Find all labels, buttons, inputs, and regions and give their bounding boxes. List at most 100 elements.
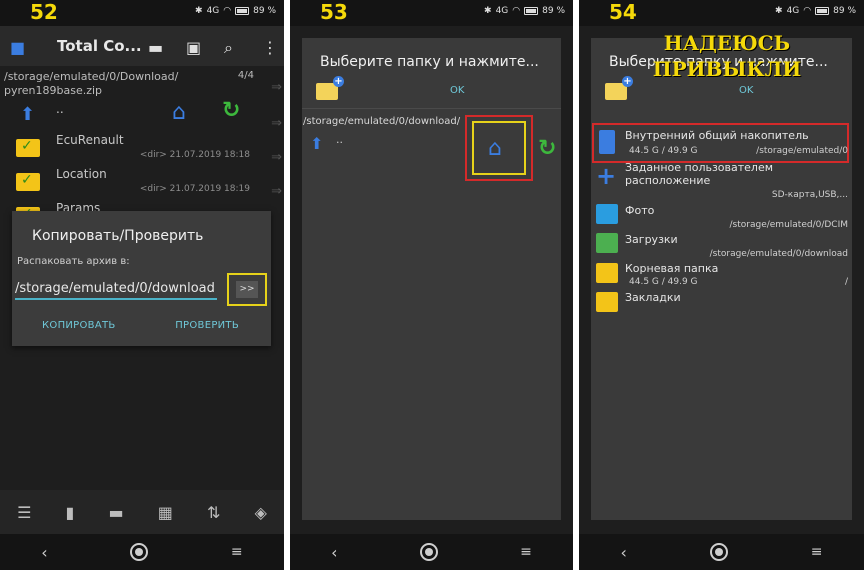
network-label: 4G xyxy=(206,6,220,16)
location-bookmarks[interactable]: Закладки xyxy=(591,289,852,315)
file-name: EcuRenault xyxy=(56,133,124,147)
select-icon[interactable]: ◈ xyxy=(255,503,267,522)
location-path: /storage/emulated/0/DCIM xyxy=(729,220,848,230)
arrow-up-icon[interactable]: ⬆ xyxy=(310,134,323,153)
location-size: 44.5 G / 49.9 G xyxy=(629,277,698,287)
location-path: / xyxy=(844,277,848,287)
screen-54: 54 ✱ 4G ◠ 89 % Выберите папку и нажмите.… xyxy=(579,0,864,570)
bluetooth-icon: ✱ xyxy=(775,6,783,16)
destination-input[interactable] xyxy=(15,278,217,300)
status-bar: 54 ✱ 4G ◠ 89 % xyxy=(579,0,864,26)
select-list-icon[interactable]: ☰ xyxy=(17,503,31,522)
current-path: /storage/emulated/0/Download/ xyxy=(4,70,179,83)
current-file: pyren189base.zip xyxy=(4,84,103,97)
file-meta: <dir> 21.07.2019 18:18 xyxy=(139,150,250,160)
browse-button[interactable]: >> xyxy=(236,281,258,298)
menu-icon[interactable]: ≡ xyxy=(811,544,823,560)
copy-button[interactable]: КОПИРОВАТЬ xyxy=(42,320,116,331)
list-item[interactable]: EcuRenault <dir> 21.07.2019 18:18 xyxy=(0,130,284,164)
bluetooth-icon: ✱ xyxy=(195,6,203,16)
folder-icon[interactable]: ▬ xyxy=(148,38,163,57)
delete-icon[interactable]: ▦ xyxy=(158,503,173,522)
bookmark-icon[interactable]: ▣ xyxy=(186,38,201,57)
list-item[interactable]: Location <dir> 21.07.2019 18:19 xyxy=(0,164,284,198)
ok-button[interactable]: OK xyxy=(739,85,753,96)
folder-chooser-dialog: Выберите папку и нажмите... OK Внутренни… xyxy=(591,38,852,520)
list-item-up[interactable]: ⬆ .. ⌂ ↻ xyxy=(0,98,284,134)
battery-label: 89 % xyxy=(542,6,565,16)
ok-button[interactable]: OK xyxy=(450,85,464,96)
browse-highlight: >> xyxy=(227,273,267,306)
plus-icon: + xyxy=(596,162,617,190)
refresh-icon[interactable]: ↻ xyxy=(538,136,556,161)
back-icon[interactable]: ‹ xyxy=(620,543,626,562)
bookmark-folder-icon xyxy=(596,292,618,312)
system-nav-bar: ‹ ≡ xyxy=(290,534,573,570)
home-icon[interactable]: ⌂ xyxy=(488,136,502,161)
home-nav-icon[interactable] xyxy=(130,543,149,561)
check-button[interactable]: ПРОВЕРИТЬ xyxy=(175,320,239,331)
location-name: Корневая папка xyxy=(625,262,719,275)
app-header: ■ Total Co... ▬ ▣ ⌕ ⋮ xyxy=(0,26,284,66)
current-path: /storage/emulated/0/download/ xyxy=(303,116,461,127)
home-nav-icon[interactable] xyxy=(419,543,438,561)
copy-check-dialog: Копировать/Проверить Распаковать архив в… xyxy=(12,211,271,346)
folder-chooser-dialog: Выберите папку и нажмите... OK /storage/… xyxy=(302,38,561,520)
system-nav-bar: ‹ ≡ xyxy=(579,534,864,570)
file-meta: <dir> 21.07.2019 18:19 xyxy=(139,184,250,194)
status-bar: 52 ✱ 4G ◠ 89 % xyxy=(0,0,284,26)
new-folder-icon[interactable] xyxy=(316,76,344,100)
wifi-icon: ◠ xyxy=(803,6,812,16)
bottom-toolbar: ☰ ▮ ▬ ▦ ⇅ ◈ xyxy=(0,490,284,534)
bluetooth-icon: ✱ xyxy=(484,6,492,16)
folder-checked-icon xyxy=(16,138,40,157)
unpack-label: Распаковать архив в: xyxy=(17,256,130,267)
location-size: 44.5 G / 49.9 G xyxy=(629,146,698,156)
more-icon[interactable]: ⋮ xyxy=(262,38,278,57)
screen-52: 52 ✱ 4G ◠ 89 % ■ Total Co... ▬ ▣ ⌕ ⋮ /st… xyxy=(0,0,284,570)
location-custom[interactable]: + Заданное пользователем расположение SD… xyxy=(591,158,852,202)
app-title: Total Co... xyxy=(57,37,142,55)
status-bar: 53 ✱ 4G ◠ 89 % xyxy=(290,0,573,26)
back-icon[interactable]: ‹ xyxy=(41,543,47,562)
home-nav-icon[interactable] xyxy=(709,543,728,561)
file-icon[interactable]: ▮ xyxy=(66,503,75,522)
search-icon[interactable]: ⌕ xyxy=(224,38,233,58)
new-folder-icon[interactable] xyxy=(605,76,633,100)
home-icon[interactable]: ⌂ xyxy=(172,100,186,125)
arrow-right-icon: ⇒ xyxy=(271,80,282,95)
location-root[interactable]: Корневая папка 44.5 G / 49.9 G / xyxy=(591,260,852,290)
location-downloads[interactable]: Загрузки /storage/emulated/0/download xyxy=(591,231,852,261)
divider xyxy=(302,108,561,109)
back-icon[interactable]: ‹ xyxy=(331,543,337,562)
location-photos[interactable]: Фото /storage/emulated/0/DCIM xyxy=(591,202,852,232)
download-folder-icon xyxy=(596,233,618,253)
folder-icon[interactable]: ▬ xyxy=(109,503,124,522)
item-counter: 4/4 xyxy=(237,70,254,81)
annotation-note: НАДЕЮСЬ ПРИВЫКЛИ xyxy=(652,31,802,81)
menu-icon[interactable]: ≡ xyxy=(231,544,243,560)
refresh-icon[interactable]: ↻ xyxy=(222,98,240,123)
arrow-up-icon: ⬆ xyxy=(20,104,36,125)
location-name: Заданное пользователем расположение xyxy=(625,161,774,187)
folder-icon xyxy=(596,263,618,283)
photo-icon xyxy=(596,204,618,224)
battery-label: 89 % xyxy=(833,6,856,16)
wifi-icon: ◠ xyxy=(512,6,521,16)
location-name: Загрузки xyxy=(625,233,678,246)
sort-icon[interactable]: ⇅ xyxy=(207,503,220,522)
network-label: 4G xyxy=(495,6,509,16)
network-label: 4G xyxy=(786,6,800,16)
dialog-title: Выберите папку и нажмите... xyxy=(320,54,539,70)
location-path: /storage/emulated/0 xyxy=(756,146,848,156)
save-icon[interactable]: ■ xyxy=(10,38,25,57)
file-name: Location xyxy=(56,167,107,181)
up-label: .. xyxy=(336,133,343,146)
location-path: /storage/emulated/0/download xyxy=(709,249,848,259)
location-internal-storage[interactable]: Внутренний общий накопитель 44.5 G / 49.… xyxy=(591,126,852,162)
system-nav-bar: ‹ ≡ xyxy=(0,534,284,570)
location-name: Внутренний общий накопитель xyxy=(625,129,809,142)
battery-icon xyxy=(235,7,250,15)
screenshot-number: 53 xyxy=(320,0,348,24)
menu-icon[interactable]: ≡ xyxy=(520,544,532,560)
